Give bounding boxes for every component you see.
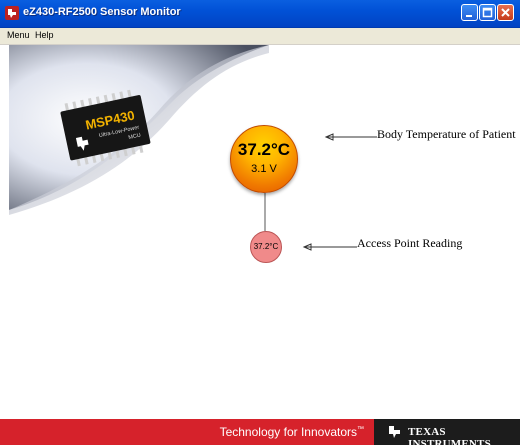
minimize-icon bbox=[466, 15, 472, 17]
menu-item-help[interactable]: Help bbox=[35, 30, 54, 40]
sensor-temperature: 37.2°C bbox=[237, 140, 291, 159]
close-button[interactable] bbox=[497, 4, 514, 21]
maximize-icon bbox=[482, 7, 493, 18]
access-point-label: Access Point Reading bbox=[357, 236, 463, 250]
footer-tagline-area: Technology for Innovators™ bbox=[0, 419, 374, 445]
close-icon bbox=[501, 8, 510, 17]
minimize-button[interactable] bbox=[461, 4, 478, 21]
end-device-sensor-node[interactable]: 37.2°C 3.1 V bbox=[230, 125, 298, 193]
trademark-mark: ™ bbox=[357, 426, 364, 433]
menu-item-menu[interactable]: Menu bbox=[7, 30, 30, 40]
maximize-button[interactable] bbox=[479, 4, 496, 21]
app-icon bbox=[5, 6, 19, 20]
app-window: eZ430-RF2500 Sensor Monitor Menu Help MS… bbox=[0, 0, 520, 445]
texas-instruments-logo-icon bbox=[389, 426, 400, 438]
footer-banner: Technology for Innovators™ TEXAS INSTRUM… bbox=[0, 419, 520, 445]
footer-tagline-text: Technology for Innovators bbox=[219, 425, 357, 439]
sensor-voltage: 3.1 V bbox=[251, 163, 277, 175]
footer-tagline: Technology for Innovators™ bbox=[220, 425, 364, 439]
menu-bar: Menu Help bbox=[0, 28, 520, 45]
footer-brand-area: TEXAS INSTRUMENTS bbox=[374, 419, 520, 445]
body-temperature-label: Body Temperature of Patient bbox=[377, 127, 516, 141]
footer-brand: TEXAS INSTRUMENTS bbox=[408, 426, 491, 445]
access-point-temperature: 37.2°C bbox=[253, 242, 279, 251]
window-title: eZ430-RF2500 Sensor Monitor bbox=[23, 6, 181, 18]
title-bar[interactable]: eZ430-RF2500 Sensor Monitor bbox=[0, 0, 520, 28]
access-point-node[interactable]: 37.2°C bbox=[250, 231, 282, 263]
monitor-canvas: MSP430 Ultra-Low-Power MCU 37.2°C 3.1 V … bbox=[9, 45, 516, 419]
